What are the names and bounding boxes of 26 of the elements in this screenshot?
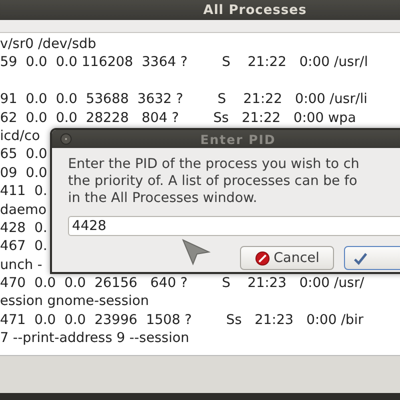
output-line: unch - <box>0 256 42 273</box>
output-line: 411 0. <box>0 183 48 200</box>
output-line: v/sr0 /dev/sdb <box>0 36 96 52</box>
dialog-title: Enter PID <box>200 132 276 146</box>
cursor-icon <box>181 238 211 266</box>
pid-field[interactable]: 4428 <box>68 216 400 236</box>
output-line: 09 0.0 <box>0 164 48 181</box>
output-line: 7 --print-address 9 --session <box>0 330 190 346</box>
output-line: 428 0. <box>0 220 48 236</box>
window-title: All Processes <box>203 2 307 18</box>
confirm-button[interactable] <box>344 246 400 270</box>
output-line: 470 0.0 0.0 26156 640 ? S 21:23 0:00 /usr/ <box>0 275 364 292</box>
output-line: 62 0.0 0.0 28228 804 ? Ss 21:22 0:00 wpa <box>0 110 356 126</box>
stop-icon <box>254 250 270 266</box>
output-line: 467 0. <box>0 238 48 254</box>
output-line: 91 0.0 0.0 53688 3632 ? S 21:22 0:00 /usr/li <box>0 91 368 108</box>
output-line: icd/co <box>0 128 40 144</box>
dialog-message: Enter the PID of the process you wish to ch the priority of. A list of processes can be fo in the All Processes window. <box>68 156 360 207</box>
cancel-button[interactable]: Cancel <box>240 246 334 270</box>
output-line: 59 0.0 0.0 116208 3364 ? S 21:22 0:00 /usr/l <box>0 54 368 70</box>
check-icon <box>353 250 368 266</box>
output-line: ession gnome-session <box>0 293 149 310</box>
window-menu-icon[interactable] <box>60 133 72 145</box>
output-line: daemo <box>0 202 47 218</box>
output-line: 471 0.0 0.0 23996 1508 ? Ss 21:23 0:00 /bir <box>0 312 364 328</box>
output-line: 65 0.0 <box>0 146 48 162</box>
